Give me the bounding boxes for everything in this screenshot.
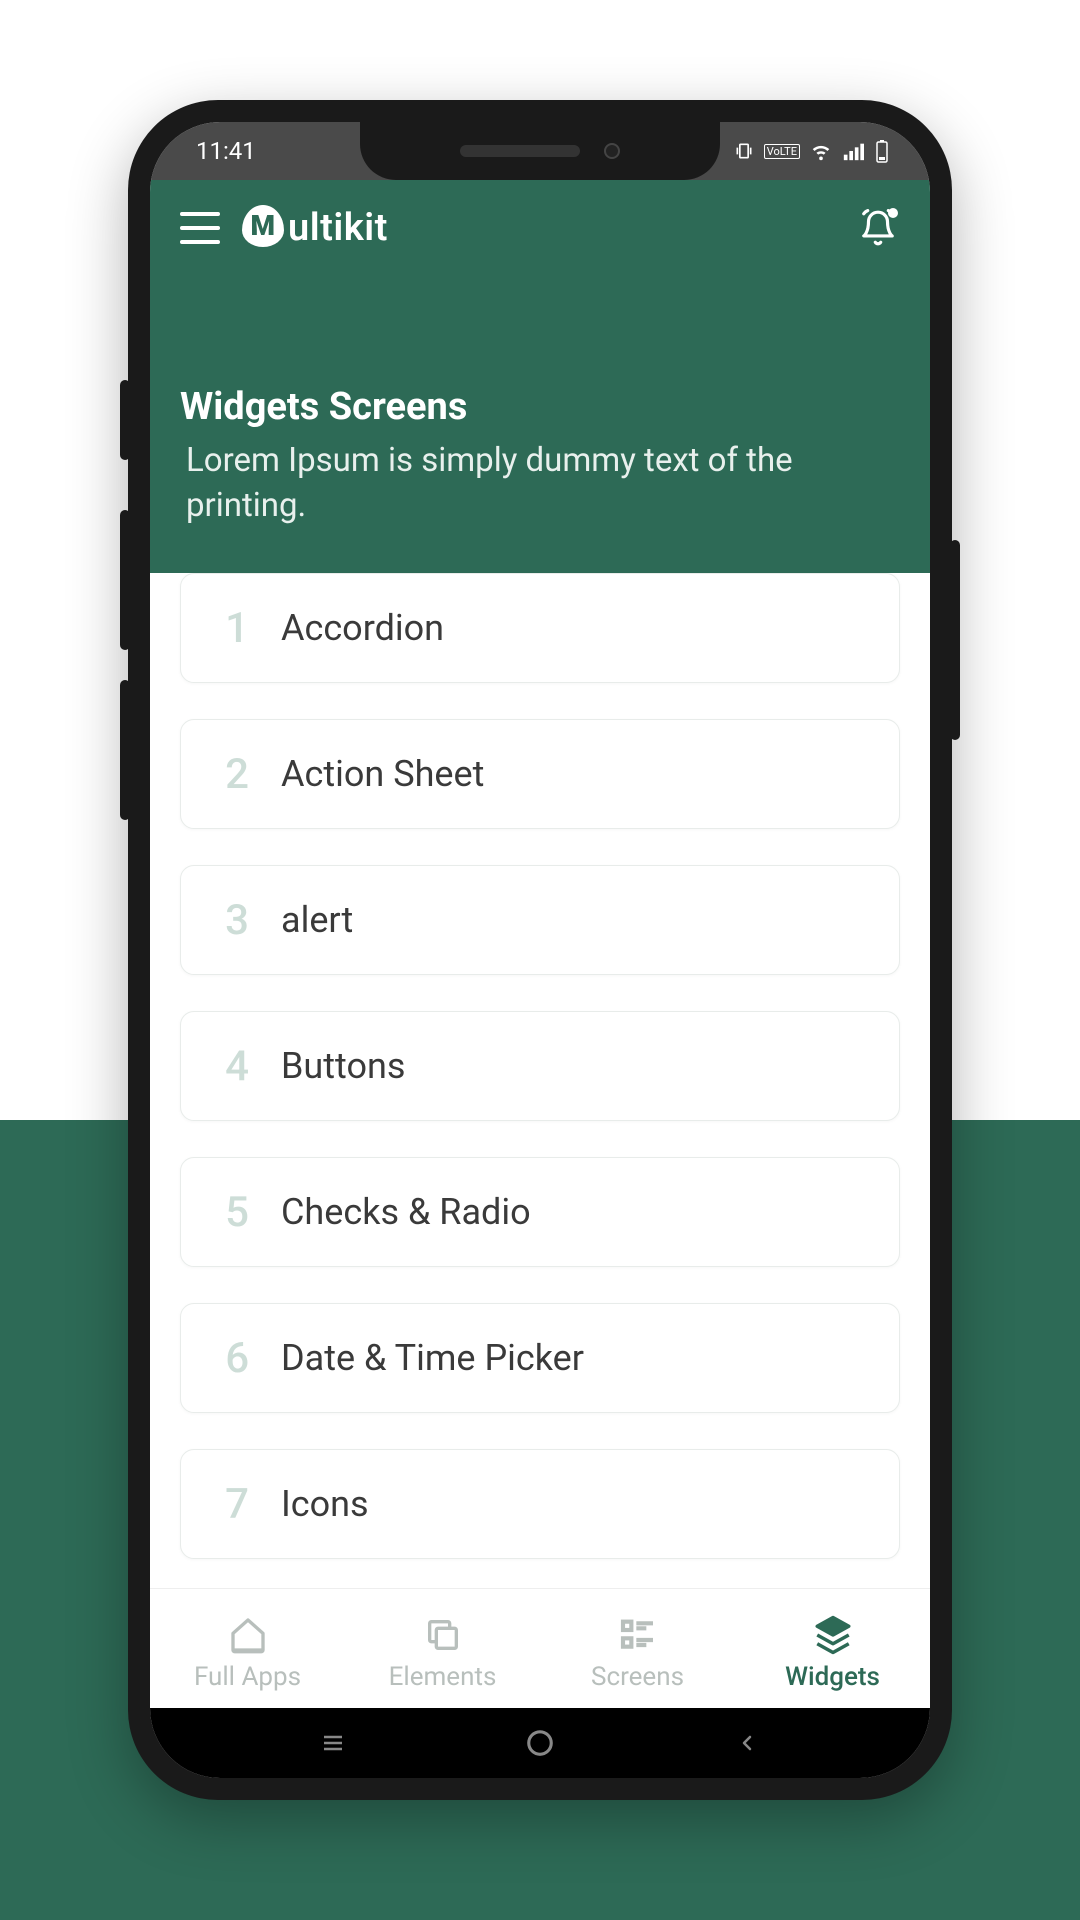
menu-icon[interactable] xyxy=(180,212,220,244)
phone-button xyxy=(120,510,130,650)
nav-label: Elements xyxy=(389,1662,497,1692)
list-item-accordion[interactable]: 1 Accordion xyxy=(180,573,900,683)
notification-dot xyxy=(888,208,898,218)
list-item-label: alert xyxy=(281,899,353,941)
bottom-nav: Full Apps Elements Screens Widgets xyxy=(150,1588,930,1708)
home-icon xyxy=(227,1614,269,1656)
phone-button xyxy=(120,680,130,820)
nav-elements[interactable]: Elements xyxy=(345,1614,540,1692)
phone-speaker xyxy=(460,145,580,157)
list-item-number: 3 xyxy=(221,896,253,945)
page-title: Widgets Screens xyxy=(180,385,900,429)
signal-icon xyxy=(842,140,864,162)
status-time: 11:41 xyxy=(196,137,256,165)
logo-text: ultikit xyxy=(288,206,388,250)
wifi-icon xyxy=(810,140,832,162)
nav-label: Widgets xyxy=(785,1662,880,1692)
list-item-number: 1 xyxy=(221,604,253,653)
list-icon xyxy=(617,1614,659,1656)
list-item-alert[interactable]: 3 alert xyxy=(180,865,900,975)
list-item-number: 6 xyxy=(221,1334,253,1383)
list-item-number: 7 xyxy=(221,1480,253,1529)
nav-widgets[interactable]: Widgets xyxy=(735,1614,930,1692)
copy-icon xyxy=(422,1614,464,1656)
phone-button xyxy=(120,380,130,460)
content-area: 1 Accordion 2 Action Sheet 3 alert 4 But… xyxy=(150,573,930,1635)
app-bar: M ultikit xyxy=(150,180,930,275)
nav-screens[interactable]: Screens xyxy=(540,1614,735,1692)
notifications-button[interactable] xyxy=(856,206,900,250)
android-recent-button[interactable] xyxy=(303,1723,363,1763)
page-subtitle: Lorem Ipsum is simply dummy text of the … xyxy=(180,439,900,528)
phone-camera xyxy=(604,143,620,159)
battery-icon xyxy=(874,139,890,163)
phone-button xyxy=(950,540,960,740)
app-logo: M ultikit xyxy=(242,206,388,250)
list-item-label: Accordion xyxy=(281,607,444,649)
phone-screen: 11:41 VoLTE xyxy=(150,122,930,1778)
list-item-icons[interactable]: 7 Icons xyxy=(180,1449,900,1559)
layers-icon xyxy=(812,1614,854,1656)
list-item-action-sheet[interactable]: 2 Action Sheet xyxy=(180,719,900,829)
list-item-label: Buttons xyxy=(281,1045,405,1087)
list-item-number: 2 xyxy=(221,750,253,799)
nav-label: Full Apps xyxy=(194,1662,301,1692)
list-item-label: Date & Time Picker xyxy=(281,1337,584,1379)
list-item-number: 5 xyxy=(221,1188,253,1237)
nav-full-apps[interactable]: Full Apps xyxy=(150,1614,345,1692)
list-item-checks-radio[interactable]: 5 Checks & Radio xyxy=(180,1157,900,1267)
vibrate-icon xyxy=(734,141,754,161)
list-item-date-time-picker[interactable]: 6 Date & Time Picker xyxy=(180,1303,900,1413)
list-item-buttons[interactable]: 4 Buttons xyxy=(180,1011,900,1121)
list-item-number: 4 xyxy=(221,1042,253,1091)
volte-icon: VoLTE xyxy=(764,144,800,159)
android-nav-bar xyxy=(150,1708,930,1778)
android-back-button[interactable] xyxy=(717,1723,777,1763)
phone-notch xyxy=(360,122,720,180)
nav-label: Screens xyxy=(591,1662,684,1692)
list-item-label: Checks & Radio xyxy=(281,1191,531,1233)
logo-mark: M xyxy=(242,205,284,247)
phone-mockup-frame: 11:41 VoLTE xyxy=(128,100,952,1800)
android-home-button[interactable] xyxy=(510,1723,570,1763)
status-icons: VoLTE xyxy=(734,139,890,163)
list-item-label: Icons xyxy=(281,1483,369,1525)
list-item-label: Action Sheet xyxy=(281,753,484,795)
